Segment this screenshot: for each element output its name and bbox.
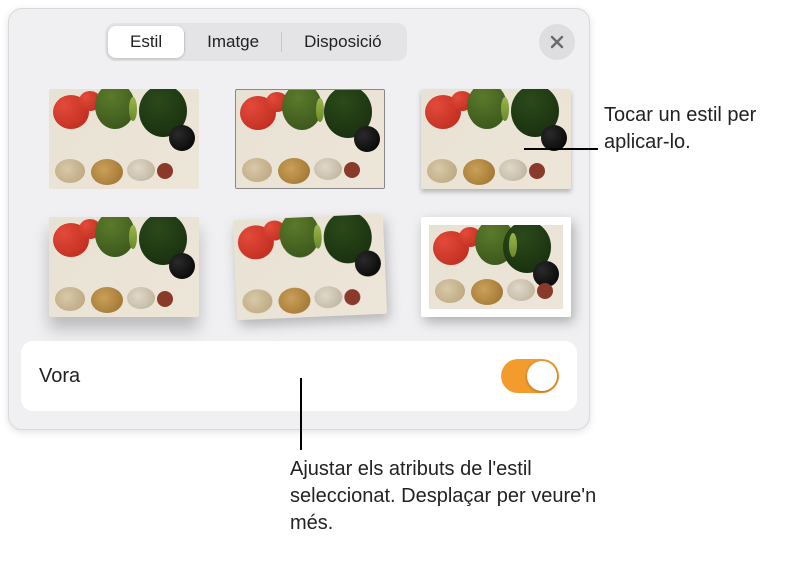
tab-image[interactable]: Imatge (185, 26, 281, 58)
style-thumb-polaroid[interactable] (421, 217, 571, 317)
callout-leader (300, 378, 302, 450)
toggle-knob (527, 361, 557, 391)
callout-tap-style: Tocar un estil per aplicar-lo. (604, 102, 784, 156)
style-thumb-thin-border[interactable] (235, 89, 385, 189)
callout-leader (524, 148, 598, 150)
tab-bar: Estil Imatge Disposició (9, 9, 589, 69)
segmented-control: Estil Imatge Disposició (105, 23, 407, 61)
close-icon (549, 34, 565, 50)
tab-layout[interactable]: Disposició (282, 26, 403, 58)
border-toggle[interactable] (501, 359, 559, 393)
style-thumb-plain[interactable] (49, 89, 199, 189)
style-grid (9, 69, 589, 327)
style-thumb-reflection[interactable] (49, 217, 199, 317)
close-button[interactable] (539, 24, 575, 60)
style-thumb-shadow[interactable] (421, 89, 571, 189)
tab-style[interactable]: Estil (108, 26, 184, 58)
border-row: Vora (21, 341, 577, 411)
callout-adjust-attrs: Ajustar els atributs de l'estil seleccio… (290, 456, 600, 537)
border-label: Vora (39, 365, 80, 388)
format-panel: Estil Imatge Disposició (8, 8, 590, 430)
style-thumb-tilted[interactable] (233, 214, 387, 320)
